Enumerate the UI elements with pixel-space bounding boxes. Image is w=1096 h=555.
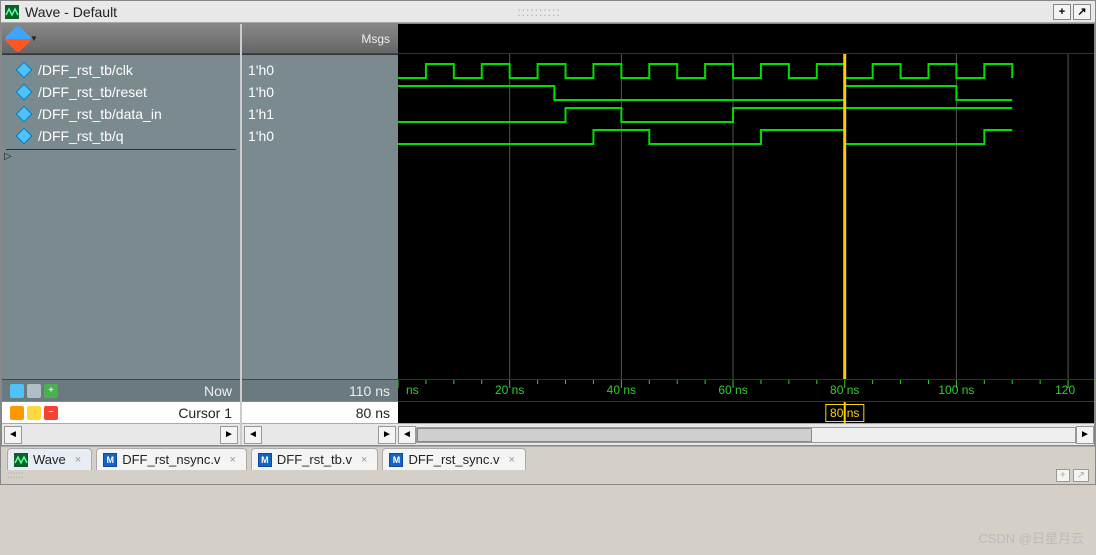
scroll-track[interactable] — [416, 427, 1076, 443]
content-area: ▼ ▷ /DFF_rst_tb/clk/DFF_rst_tb/reset/DFF… — [1, 23, 1095, 446]
now-label: Now — [204, 383, 232, 399]
tab-label: DFF_rst_nsync.v — [122, 452, 220, 467]
close-icon[interactable]: × — [508, 454, 514, 466]
signal-value[interactable]: 1'h0 — [242, 59, 398, 81]
app-icon — [5, 5, 19, 19]
remove-icon[interactable]: − — [44, 406, 58, 420]
printer-icon[interactable] — [27, 384, 41, 398]
titlebar-grip[interactable]: :::::::::: — [499, 5, 579, 19]
lock-icon[interactable] — [10, 406, 24, 420]
signal-value-column: Msgs 1'h01'h01'h11'h0 110 ns 80 ns ◄ ► — [240, 24, 398, 445]
close-icon[interactable]: × — [229, 454, 235, 466]
add-panel-button[interactable]: + — [1053, 4, 1071, 20]
scroll-right-icon[interactable]: ► — [378, 426, 396, 444]
tab-dff-rst-nsync-v[interactable]: M DFF_rst_nsync.v × — [96, 448, 247, 470]
file-tab-icon: M — [103, 453, 117, 467]
signal-name-label: /DFF_rst_tb/data_in — [38, 106, 162, 122]
signal-name-label: /DFF_rst_tb/reset — [38, 84, 147, 100]
ruler-tick-label: 20 ns — [495, 383, 524, 397]
scroll-right-icon[interactable]: ► — [1076, 426, 1094, 444]
now-row: + Now — [2, 379, 240, 401]
signal-row[interactable]: /DFF_rst_tb/data_in — [2, 103, 240, 125]
signal-diamond-icon — [16, 62, 33, 79]
color-swatch-icon — [4, 24, 32, 52]
signal-name-label: /DFF_rst_tb/clk — [38, 62, 133, 78]
signal-name-label: /DFF_rst_tb/q — [38, 128, 124, 144]
file-tab-icon: M — [258, 453, 272, 467]
scroll-left-icon[interactable]: ◄ — [4, 426, 22, 444]
disk-icon[interactable] — [10, 384, 24, 398]
color-swatch-button[interactable]: ▼ — [8, 29, 38, 49]
undock-button[interactable]: ↗ — [1073, 4, 1091, 20]
scroll-thumb[interactable] — [417, 428, 812, 442]
tab-dff-rst-sync-v[interactable]: M DFF_rst_sync.v × — [382, 448, 525, 470]
watermark: CSDN @日星月云 — [978, 528, 1084, 547]
cursor-value-cell[interactable]: 80 ns — [242, 401, 398, 423]
tabstrip: Wave × M DFF_rst_nsync.v × M DFF_rst_tb.v × M DFF… — [1, 446, 1095, 470]
signal-name-header[interactable]: ▼ — [2, 24, 240, 54]
signal-name-list[interactable]: ▷ /DFF_rst_tb/clk/DFF_rst_tb/reset/DFF_r… — [2, 54, 240, 379]
waveform-hscroll[interactable]: ◄ ► — [398, 423, 1094, 445]
tab-label: Wave — [33, 452, 66, 467]
close-icon[interactable]: × — [75, 454, 81, 466]
signal-value[interactable]: 1'h1 — [242, 103, 398, 125]
bottom-dock-button[interactable]: ↗ — [1073, 469, 1089, 482]
scroll-left-icon[interactable]: ◄ — [244, 426, 262, 444]
wave-window: Wave - Default :::::::::: + ↗ ▼ ▷ /DFF_r… — [0, 0, 1096, 485]
bottom-grip[interactable]: :::::: — [7, 470, 24, 484]
cursor-label: Cursor 1 — [178, 405, 232, 421]
wave-tab-icon — [14, 453, 28, 467]
msgs-header-label: Msgs — [361, 32, 390, 46]
value-header[interactable]: Msgs — [242, 24, 398, 54]
tab-dff-rst-tb-v[interactable]: M DFF_rst_tb.v × — [251, 448, 379, 470]
left-hscroll[interactable]: ◄ ► — [2, 423, 240, 445]
ruler-tick-label: 100 ns — [938, 383, 974, 397]
cursor-time-box[interactable]: 80 ns — [825, 404, 864, 422]
cursor-row[interactable]: − Cursor 1 — [2, 401, 240, 423]
mid-hscroll[interactable]: ◄ ► — [242, 423, 398, 445]
signal-value-list[interactable]: 1'h01'h01'h11'h0 — [242, 54, 398, 379]
bottom-add-button[interactable]: + — [1056, 469, 1070, 482]
file-tab-icon: M — [389, 453, 403, 467]
signal-name-column: ▼ ▷ /DFF_rst_tb/clk/DFF_rst_tb/reset/DFF… — [2, 24, 240, 445]
signal-row[interactable]: /DFF_rst_tb/clk — [2, 59, 240, 81]
close-icon[interactable]: × — [361, 454, 367, 466]
waveform-column: ns20 ns40 ns60 ns80 ns100 ns120 ns 80 ns… — [398, 24, 1094, 445]
signal-diamond-icon — [16, 106, 33, 123]
bottom-bar: :::::: + ↗ — [1, 470, 1095, 484]
tab-label: DFF_rst_sync.v — [408, 452, 499, 467]
ruler-tick-label: 40 ns — [607, 383, 636, 397]
titlebar[interactable]: Wave - Default :::::::::: + ↗ — [1, 1, 1095, 23]
signal-value[interactable]: 1'h0 — [242, 81, 398, 103]
insert-marker-icon: ▷ — [4, 151, 12, 389]
scroll-right-icon[interactable]: ► — [220, 426, 238, 444]
cursor-row-icons[interactable]: − — [10, 406, 58, 420]
ruler-tick-label: 60 ns — [718, 383, 747, 397]
now-value: 110 ns — [349, 383, 390, 399]
signal-diamond-icon — [16, 128, 33, 145]
now-row-icons[interactable]: + — [10, 384, 58, 398]
signal-row[interactable]: /DFF_rst_tb/reset — [2, 81, 240, 103]
ruler-tick-label: 80 ns — [830, 383, 859, 397]
waveform-area[interactable] — [398, 54, 1094, 379]
signal-value[interactable]: 1'h0 — [242, 125, 398, 147]
add-icon[interactable]: + — [44, 384, 58, 398]
time-ruler[interactable]: ns20 ns40 ns60 ns80 ns100 ns120 ns — [398, 379, 1094, 401]
cursor-strip[interactable]: 80 ns — [398, 401, 1094, 423]
signal-row[interactable]: /DFF_rst_tb/q — [2, 125, 240, 147]
waveform-header — [398, 24, 1094, 54]
cursor-value: 80 ns — [356, 405, 390, 421]
ruler-unit-label: ns — [406, 383, 419, 397]
tab-wave[interactable]: Wave × — [7, 448, 92, 470]
scroll-left-icon[interactable]: ◄ — [398, 426, 416, 444]
key-icon[interactable] — [27, 406, 41, 420]
window-title: Wave - Default — [25, 4, 499, 20]
now-value-cell: 110 ns — [242, 379, 398, 401]
tab-label: DFF_rst_tb.v — [277, 452, 352, 467]
signal-diamond-icon — [16, 84, 33, 101]
